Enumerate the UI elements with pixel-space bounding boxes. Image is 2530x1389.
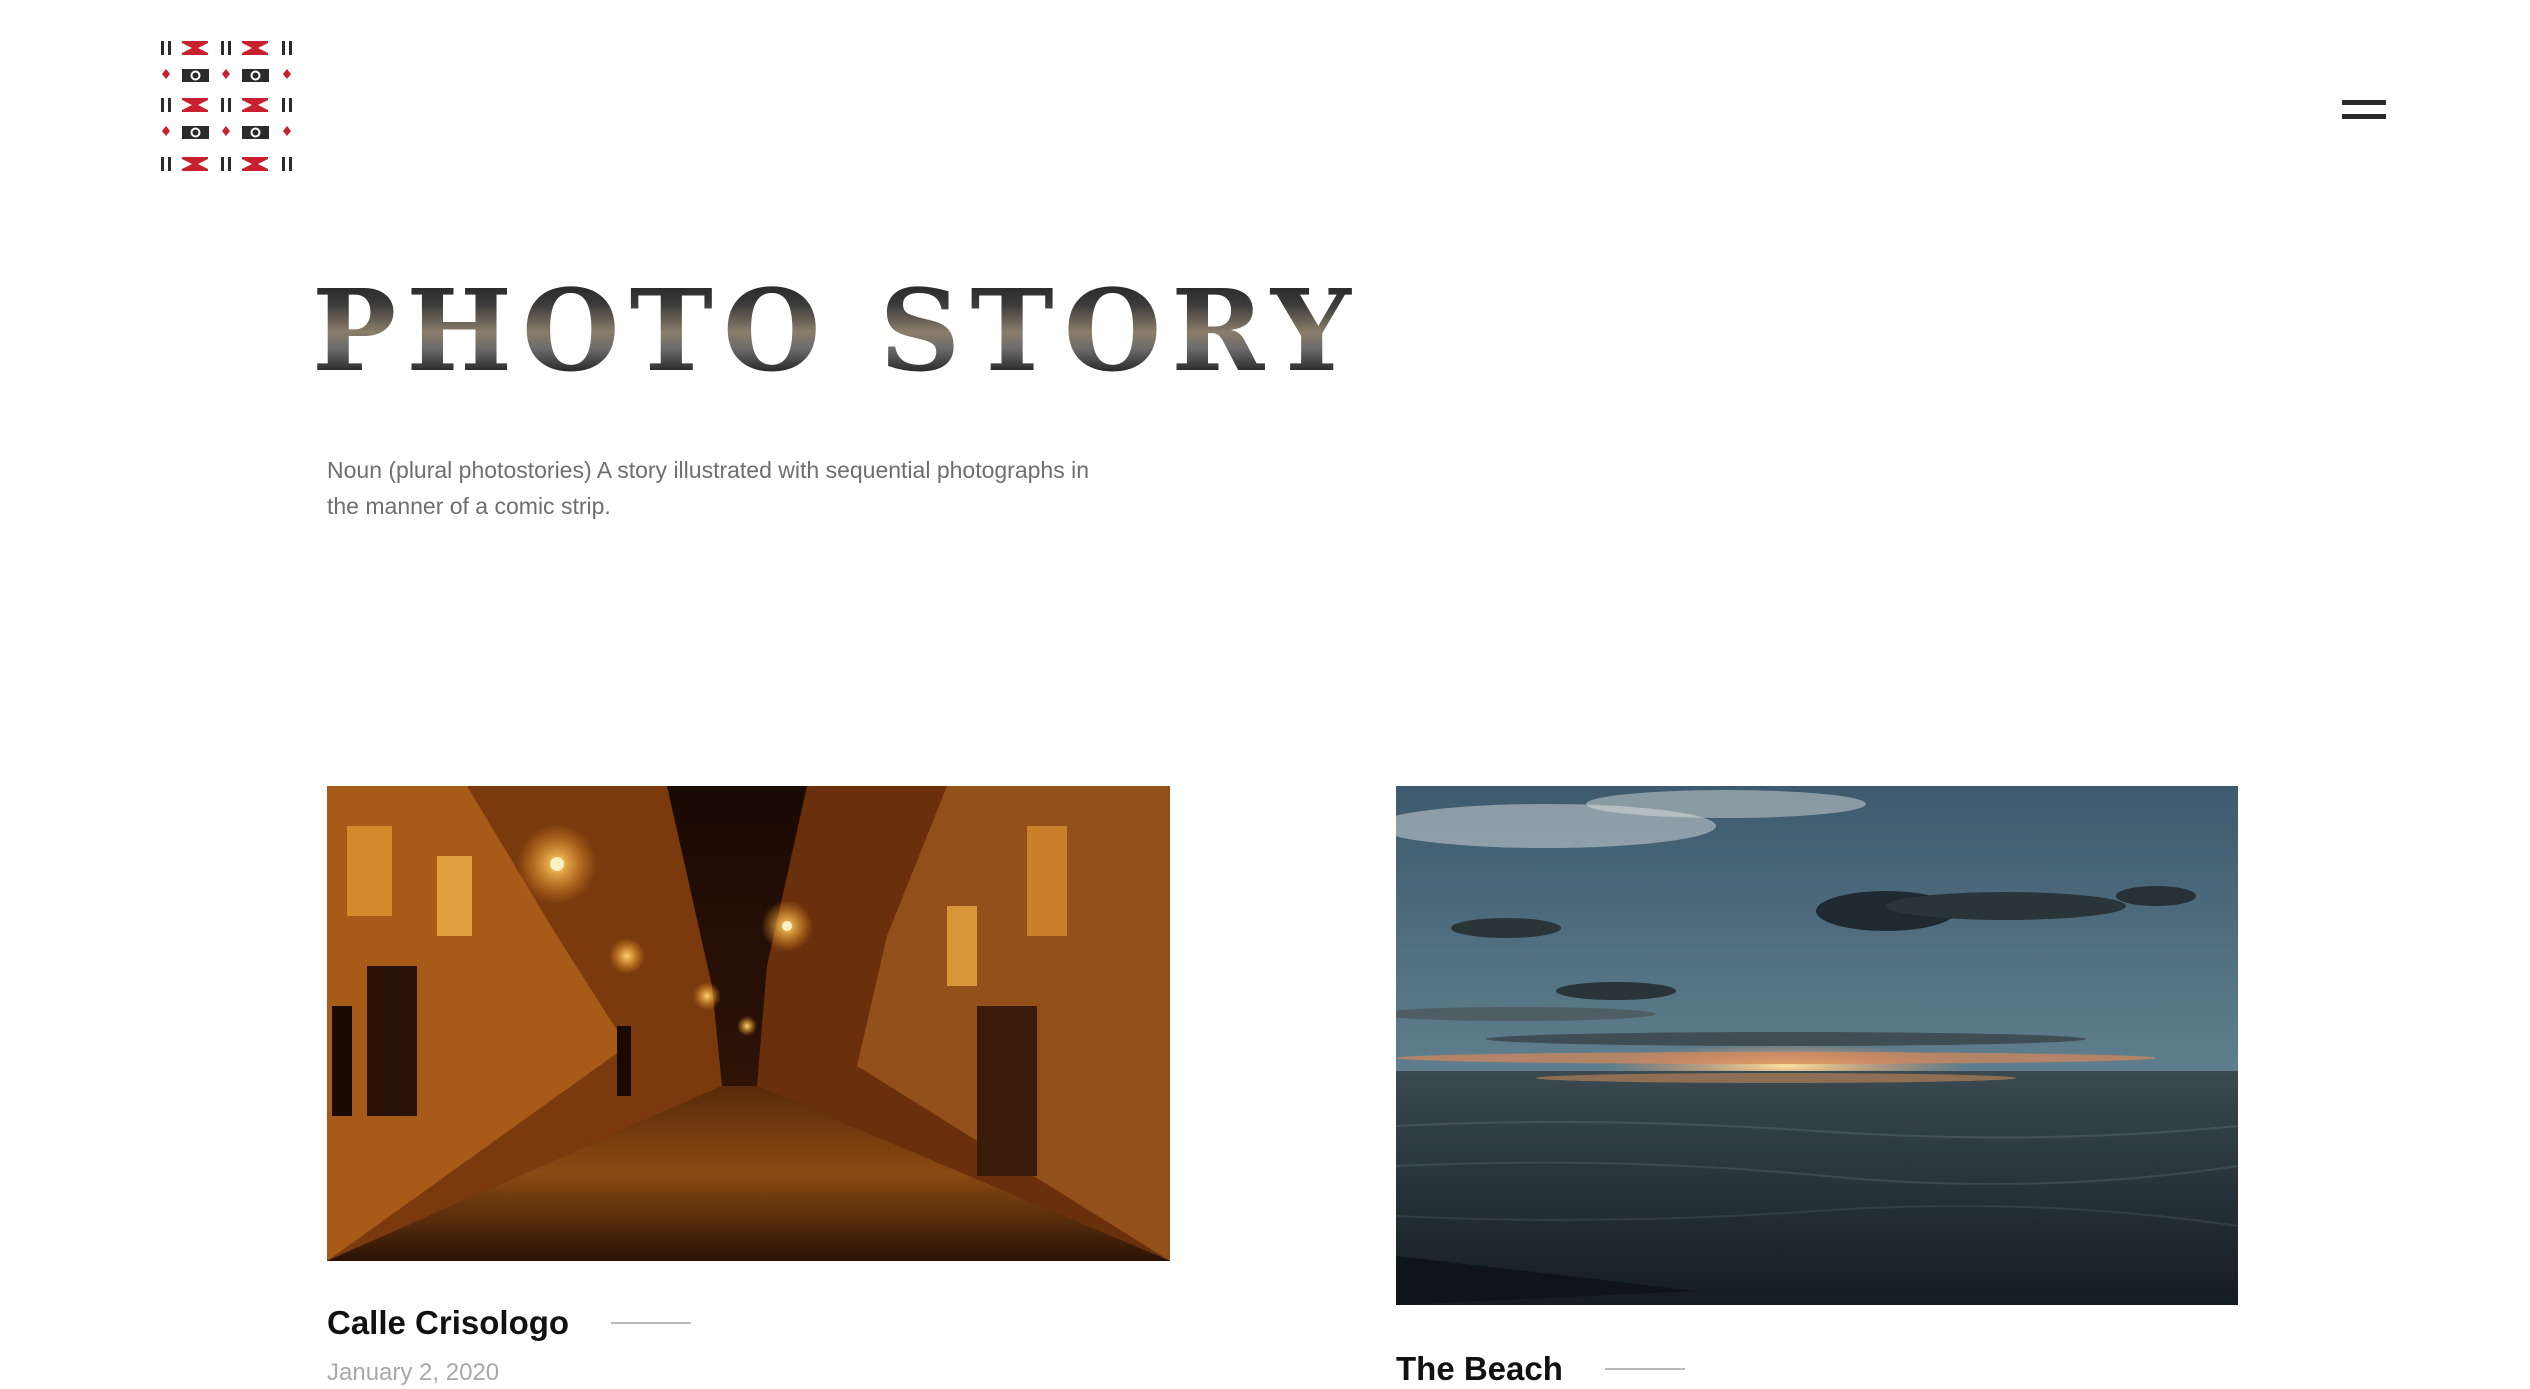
site-logo[interactable] bbox=[160, 40, 294, 172]
post-card[interactable]: Calle Crisologo January 2, 2020 bbox=[327, 786, 1170, 1387]
hamburger-menu-icon bbox=[2342, 100, 2386, 105]
page-title: PHOTO STORY bbox=[312, 262, 1361, 402]
post-title[interactable]: The Beach bbox=[1396, 1349, 1563, 1389]
page-description: Noun (plural photostories) A story illus… bbox=[327, 457, 1089, 519]
sunset-beach-photo bbox=[1396, 786, 2238, 1305]
pattern-logo-icon bbox=[161, 41, 292, 171]
post-image[interactable] bbox=[327, 786, 1170, 1261]
post-image[interactable] bbox=[1396, 786, 2238, 1305]
menu-button[interactable] bbox=[2342, 96, 2386, 126]
street-night-photo bbox=[327, 786, 1170, 1261]
post-date: January 2, 2020 bbox=[327, 1359, 500, 1386]
post-title[interactable]: Calle Crisologo bbox=[327, 1303, 569, 1343]
title-divider bbox=[611, 1322, 692, 1324]
title-divider bbox=[1604, 1368, 1685, 1370]
post-title-row: The Beach bbox=[1396, 1349, 2238, 1389]
post-card[interactable]: The Beach bbox=[1396, 786, 2238, 1389]
post-title-row: Calle Crisologo bbox=[327, 1303, 1170, 1343]
hamburger-menu-icon-bar bbox=[2342, 114, 2386, 119]
